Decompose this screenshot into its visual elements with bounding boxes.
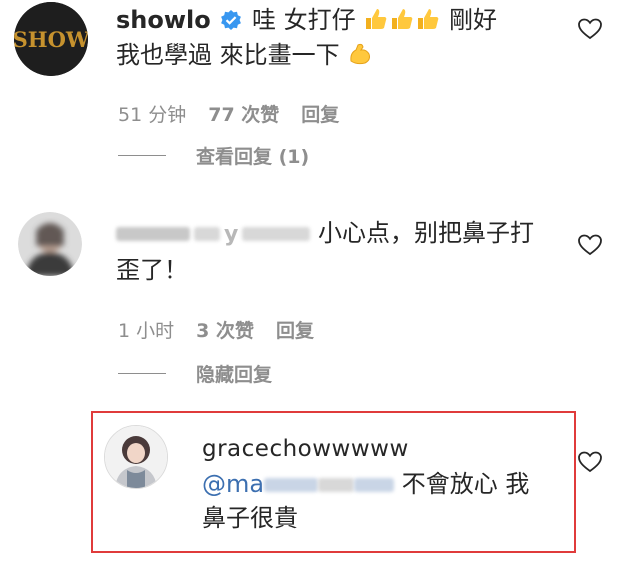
reply-button[interactable]: 回复 xyxy=(301,100,339,127)
heart-icon[interactable] xyxy=(578,234,602,256)
comment-text: 不會放心 我 xyxy=(401,470,530,498)
username[interactable]: gracechowwwww xyxy=(202,436,572,462)
like-count[interactable]: 3 次赞 xyxy=(196,316,254,343)
gracechow-avatar-image xyxy=(105,426,167,488)
comment-text: 歪了！ xyxy=(116,255,188,284)
reply-button[interactable]: 回复 xyxy=(276,316,314,343)
timestamp[interactable]: 51 分钟 xyxy=(118,100,186,127)
timestamp[interactable]: 1 小时 xyxy=(118,316,174,343)
comment-body: showlo 哇 女打仔 剛好 我也學過 來比畫一下 xyxy=(116,4,576,72)
thumbs-up-icon xyxy=(389,6,415,32)
divider xyxy=(118,155,166,156)
avatar[interactable] xyxy=(18,212,82,276)
comment-meta: 1 小时 3 次赞 回复 xyxy=(118,316,314,343)
view-replies-label: 查看回复 (1) xyxy=(196,146,310,168)
verified-badge-icon xyxy=(220,7,242,30)
username-blurred[interactable]: y xyxy=(116,218,311,251)
blurred-avatar-image xyxy=(18,212,82,276)
comment-meta: 51 分钟 77 次赞 回复 xyxy=(118,100,339,127)
comment-text: 我也學過 來比畫一下 xyxy=(116,41,340,69)
avatar-text: SHOW xyxy=(14,27,88,52)
thumbs-up-icon xyxy=(415,6,441,32)
username-suffix: y xyxy=(224,221,239,247)
comment-text: 哇 女打仔 xyxy=(252,6,356,34)
view-replies-button[interactable]: 查看回复 (1) xyxy=(118,142,309,169)
hide-replies-button[interactable]: 隐藏回复 xyxy=(118,360,272,387)
hide-replies-label: 隐藏回复 xyxy=(196,364,273,386)
heart-icon[interactable] xyxy=(578,18,602,40)
comment-text: 小心点，别把鼻子打 xyxy=(317,219,534,247)
avatar[interactable]: SHOW xyxy=(14,2,88,76)
showlo-avatar-image: SHOW xyxy=(14,2,88,76)
divider xyxy=(118,373,166,374)
reply-body: gracechowwwww @ma 不會放心 我 鼻子很貴 xyxy=(202,436,572,535)
mention-prefix: @ma xyxy=(202,470,265,498)
mention-link[interactable]: @ma xyxy=(202,470,402,498)
flexed-biceps-icon xyxy=(347,41,373,67)
comment-body: y 小心点，别把鼻子打 歪了！ xyxy=(116,217,576,287)
comment-text: 鼻子很貴 xyxy=(202,504,298,532)
thumbs-up-icon xyxy=(363,6,389,32)
avatar[interactable] xyxy=(104,425,168,489)
username[interactable]: showlo xyxy=(116,6,211,34)
comment-text: 剛好 xyxy=(448,6,497,34)
like-count[interactable]: 77 次赞 xyxy=(208,100,279,127)
heart-icon[interactable] xyxy=(578,451,602,473)
